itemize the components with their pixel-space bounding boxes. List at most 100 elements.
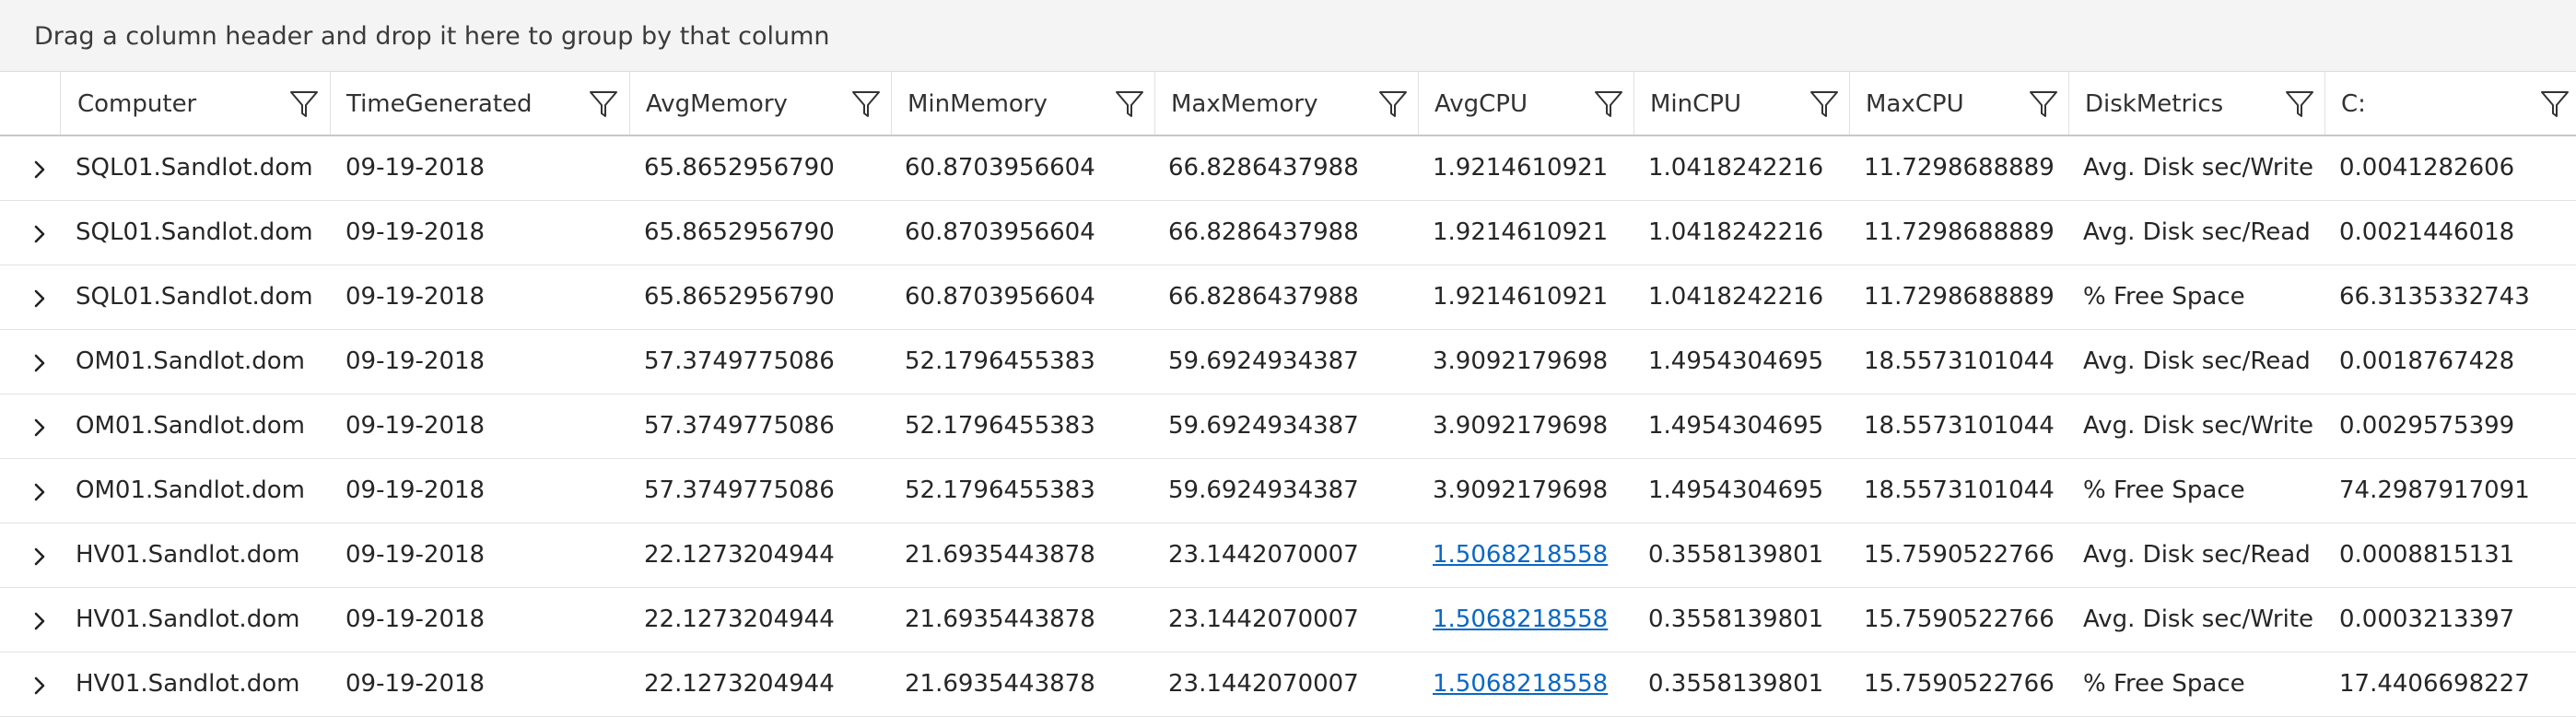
filter-icon[interactable] xyxy=(1809,88,1840,120)
column-header-c-drive[interactable]: C: xyxy=(2325,72,2576,135)
cell-avgcpu: 1.9214610921 xyxy=(1433,154,1609,182)
filter-icon[interactable] xyxy=(1114,88,1145,120)
cell-computer: HV01.Sandlot.dom xyxy=(76,541,300,569)
cell-minmemory: 60.8703956604 xyxy=(905,154,1095,182)
column-header-computer[interactable]: Computer xyxy=(61,72,331,135)
cell-maxcpu: 11.7298688889 xyxy=(1864,218,2055,246)
chevron-right-icon[interactable] xyxy=(26,349,53,377)
header-expander-column xyxy=(0,72,61,135)
cell-mincpu: 1.4954304695 xyxy=(1648,476,1824,504)
cell-maxmemory: 23.1442070007 xyxy=(1168,605,1359,633)
cell-avgmemory: 65.8652956790 xyxy=(644,154,835,182)
table-row[interactable]: SQL01.Sandlot.dom 09-19-2018 65.8652956790… xyxy=(0,201,2576,265)
filter-icon[interactable] xyxy=(2284,88,2315,120)
chevron-right-icon[interactable] xyxy=(26,156,53,183)
chevron-right-icon[interactable] xyxy=(26,672,53,699)
cell-minmemory: 21.6935443878 xyxy=(905,605,1095,633)
column-header-diskmetrics[interactable]: DiskMetrics xyxy=(2069,72,2325,135)
cell-diskmetrics: Avg. Disk sec/Write xyxy=(2083,605,2314,633)
grid-body: SQL01.Sandlot.dom 09-19-2018 65.8652956790… xyxy=(0,136,2576,717)
grid-header: Computer TimeGenerated AvgMemory MinMemo… xyxy=(0,72,2576,136)
cell-c-drive: 17.4406698227 xyxy=(2339,670,2530,698)
table-row[interactable]: OM01.Sandlot.dom 09-19-2018 57.3749775086 5… xyxy=(0,459,2576,523)
column-header-label: Computer xyxy=(77,90,197,118)
cell-diskmetrics: % Free Space xyxy=(2083,670,2245,698)
column-header-maxmemory[interactable]: MaxMemory xyxy=(1155,72,1419,135)
column-header-label: AvgMemory xyxy=(646,90,788,118)
cell-timegenerated: 09-19-2018 xyxy=(345,476,486,504)
table-row[interactable]: HV01.Sandlot.dom 09-19-2018 22.1273204944 2… xyxy=(0,652,2576,717)
cell-mincpu: 1.4954304695 xyxy=(1648,347,1824,375)
cell-maxmemory: 59.6924934387 xyxy=(1168,476,1359,504)
cell-avgmemory: 57.3749775086 xyxy=(644,347,835,375)
group-by-drop-zone[interactable]: Drag a column header and drop it here to… xyxy=(0,0,2576,72)
column-header-timegenerated[interactable]: TimeGenerated xyxy=(331,72,630,135)
cell-diskmetrics: Avg. Disk sec/Write xyxy=(2083,412,2314,440)
cell-avgcpu: 3.9092179698 xyxy=(1433,476,1609,504)
column-header-label: TimeGenerated xyxy=(346,90,533,118)
cell-c-drive: 66.3135332743 xyxy=(2339,283,2530,311)
cell-minmemory: 52.1796455383 xyxy=(905,476,1095,504)
chevron-right-icon[interactable] xyxy=(26,607,53,635)
column-header-mincpu[interactable]: MinCPU xyxy=(1634,72,1850,135)
cell-timegenerated: 09-19-2018 xyxy=(345,347,486,375)
cell-avgcpu: 1.9214610921 xyxy=(1433,218,1609,246)
cell-computer: OM01.Sandlot.dom xyxy=(76,476,305,504)
cell-maxcpu: 11.7298688889 xyxy=(1864,283,2055,311)
cell-c-drive: 0.0018767428 xyxy=(2339,347,2515,375)
cell-timegenerated: 09-19-2018 xyxy=(345,670,486,698)
column-header-label: MaxMemory xyxy=(1171,90,1318,118)
cell-computer: SQL01.Sandlot.dom xyxy=(76,154,313,182)
cell-mincpu: 1.0418242216 xyxy=(1648,154,1824,182)
chevron-right-icon[interactable] xyxy=(26,285,53,312)
chevron-right-icon[interactable] xyxy=(26,478,53,506)
chevron-right-icon[interactable] xyxy=(26,414,53,441)
cell-avgcpu[interactable]: 1.5068218558 xyxy=(1433,588,1608,652)
cell-c-drive: 0.0003213397 xyxy=(2339,605,2515,633)
column-header-avgmemory[interactable]: AvgMemory xyxy=(630,72,892,135)
cell-avgcpu: 1.9214610921 xyxy=(1433,283,1609,311)
cell-avgmemory: 65.8652956790 xyxy=(644,283,835,311)
cell-computer: OM01.Sandlot.dom xyxy=(76,412,305,440)
chevron-right-icon[interactable] xyxy=(26,220,53,248)
cell-maxmemory: 23.1442070007 xyxy=(1168,670,1359,698)
cell-maxmemory: 66.8286437988 xyxy=(1168,283,1359,311)
cell-diskmetrics: Avg. Disk sec/Read xyxy=(2083,218,2311,246)
cell-avgcpu[interactable]: 1.5068218558 xyxy=(1433,523,1608,587)
table-row[interactable]: SQL01.Sandlot.dom 09-19-2018 65.8652956790… xyxy=(0,136,2576,201)
column-header-avgcpu[interactable]: AvgCPU xyxy=(1419,72,1634,135)
filter-icon[interactable] xyxy=(2539,88,2570,120)
chevron-right-icon[interactable] xyxy=(26,543,53,570)
cell-minmemory: 52.1796455383 xyxy=(905,412,1095,440)
filter-icon[interactable] xyxy=(288,88,320,120)
column-header-maxcpu[interactable]: MaxCPU xyxy=(1850,72,2069,135)
column-header-label: AvgCPU xyxy=(1434,90,1528,118)
cell-computer: OM01.Sandlot.dom xyxy=(76,347,305,375)
cell-c-drive: 0.0008815131 xyxy=(2339,541,2515,569)
cell-maxcpu: 18.5573101044 xyxy=(1864,476,2055,504)
filter-icon[interactable] xyxy=(1593,88,1624,120)
cell-c-drive: 0.0021446018 xyxy=(2339,218,2515,246)
filter-icon[interactable] xyxy=(588,88,619,120)
cell-maxcpu: 11.7298688889 xyxy=(1864,154,2055,182)
cell-avgcpu[interactable]: 1.5068218558 xyxy=(1433,652,1608,716)
table-row[interactable]: OM01.Sandlot.dom 09-19-2018 57.3749775086 5… xyxy=(0,330,2576,394)
table-row[interactable]: HV01.Sandlot.dom 09-19-2018 22.1273204944 2… xyxy=(0,523,2576,588)
cell-minmemory: 60.8703956604 xyxy=(905,218,1095,246)
cell-mincpu: 0.3558139801 xyxy=(1648,605,1824,633)
cell-maxmemory: 66.8286437988 xyxy=(1168,218,1359,246)
cell-mincpu: 1.0418242216 xyxy=(1648,283,1824,311)
filter-icon[interactable] xyxy=(850,88,882,120)
filter-icon[interactable] xyxy=(1377,88,1409,120)
cell-timegenerated: 09-19-2018 xyxy=(345,283,486,311)
cell-maxmemory: 66.8286437988 xyxy=(1168,154,1359,182)
column-header-minmemory[interactable]: MinMemory xyxy=(892,72,1155,135)
cell-avgmemory: 22.1273204944 xyxy=(644,605,835,633)
table-row[interactable]: SQL01.Sandlot.dom 09-19-2018 65.8652956790… xyxy=(0,265,2576,330)
table-row[interactable]: OM01.Sandlot.dom 09-19-2018 57.3749775086 5… xyxy=(0,394,2576,459)
filter-icon[interactable] xyxy=(2028,88,2059,120)
cell-mincpu: 1.0418242216 xyxy=(1648,218,1824,246)
table-row[interactable]: HV01.Sandlot.dom 09-19-2018 22.1273204944 2… xyxy=(0,588,2576,652)
cell-avgmemory: 22.1273204944 xyxy=(644,670,835,698)
column-header-label: MaxCPU xyxy=(1866,90,1964,118)
